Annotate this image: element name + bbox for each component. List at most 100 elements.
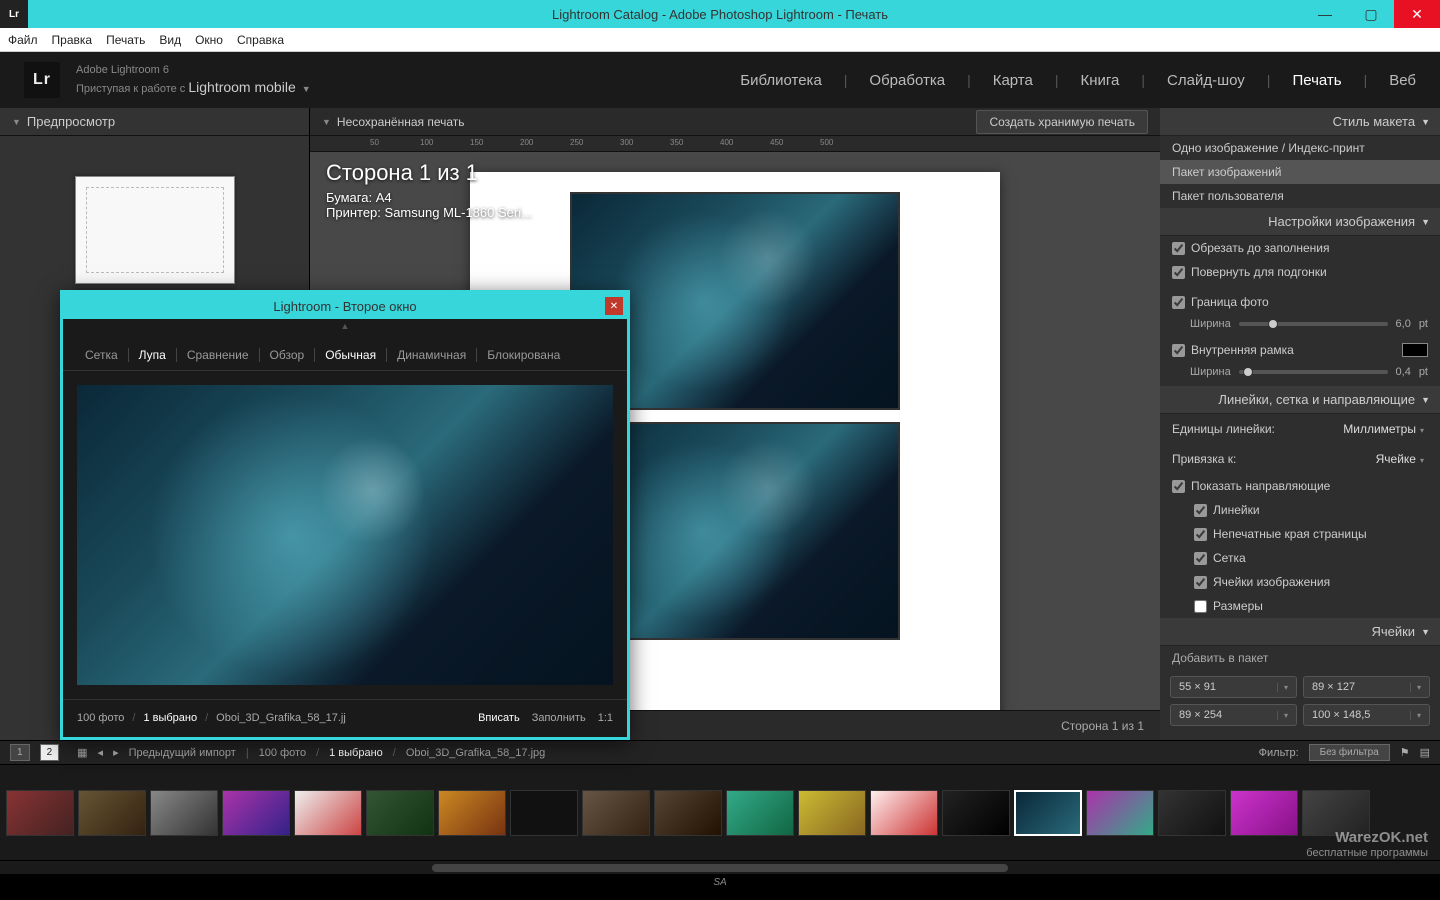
guide-grid-row[interactable]: Сетка xyxy=(1160,546,1440,570)
filmstrip-thumb[interactable] xyxy=(798,790,866,836)
close-button[interactable]: ✕ xyxy=(1394,0,1440,28)
tab-compare[interactable]: Сравнение xyxy=(177,348,260,362)
filmstrip-thumb[interactable] xyxy=(582,790,650,836)
module-web[interactable]: Веб xyxy=(1389,72,1416,89)
filter-label: Фильтр: xyxy=(1259,747,1299,759)
guides-header[interactable]: Линейки, сетка и направляющие▼ xyxy=(1160,386,1440,414)
tab-grid[interactable]: Сетка xyxy=(75,348,129,362)
tab-locked[interactable]: Блокирована xyxy=(477,348,570,362)
filter-dropdown[interactable]: Без фильтра xyxy=(1309,744,1390,761)
mobile-link[interactable]: Lightroom mobile xyxy=(188,79,295,95)
show-guides-row[interactable]: Показать направляющие xyxy=(1160,474,1440,498)
module-print[interactable]: Печать xyxy=(1292,72,1341,89)
filmstrip-thumb[interactable] xyxy=(870,790,938,836)
ruler-units-row[interactable]: Единицы линейки:Миллиметры▾ xyxy=(1160,414,1440,444)
layout-style-header[interactable]: Стиль макета▼ xyxy=(1160,108,1440,136)
chevron-down-icon[interactable]: ▼ xyxy=(302,84,311,94)
tab-loupe[interactable]: Лупа xyxy=(129,348,177,362)
zoom-fit[interactable]: Вписать xyxy=(478,712,520,724)
filmstrip-thumb[interactable] xyxy=(294,790,362,836)
cell-size-button[interactable]: 100 × 148,5▾ xyxy=(1303,704,1430,726)
tab-normal[interactable]: Обычная xyxy=(315,348,387,362)
rotate-checkbox[interactable] xyxy=(1172,266,1185,279)
filmstrip-thumb[interactable] xyxy=(6,790,74,836)
monitor-2-button[interactable]: 2 xyxy=(40,744,60,761)
create-saved-print-button[interactable]: Создать хранимую печать xyxy=(976,110,1148,134)
collection-label[interactable]: Предыдущий импорт xyxy=(129,747,236,759)
snap-dropdown[interactable]: Ячейке▾ xyxy=(1372,450,1428,468)
guide-bleed-row[interactable]: Непечатные края страницы xyxy=(1160,522,1440,546)
filmstrip-thumb[interactable] xyxy=(366,790,434,836)
guide-cells-row[interactable]: Ячейки изображения xyxy=(1160,570,1440,594)
crop-checkbox[interactable] xyxy=(1172,242,1185,255)
menu-print[interactable]: Печать xyxy=(106,33,145,47)
module-library[interactable]: Библиотека xyxy=(740,72,822,89)
guide-dimensions-row[interactable]: Размеры xyxy=(1160,594,1440,618)
preview-header[interactable]: ▼Предпросмотр xyxy=(0,108,309,136)
menu-view[interactable]: Вид xyxy=(159,33,181,47)
monitor-1-button[interactable]: 1 xyxy=(10,744,30,761)
tab-survey[interactable]: Обзор xyxy=(260,348,316,362)
filmstrip-thumb-selected[interactable] xyxy=(1014,790,1082,836)
menu-file[interactable]: Файл xyxy=(8,33,38,47)
filmstrip-thumb[interactable] xyxy=(726,790,794,836)
guide-rulers-row[interactable]: Линейки xyxy=(1160,498,1440,522)
cell-size-button[interactable]: 55 × 91▾ xyxy=(1170,676,1297,698)
minimize-button[interactable]: — xyxy=(1302,0,1348,28)
filter-lock-icon[interactable]: ▤ xyxy=(1420,746,1430,759)
nav-back-icon[interactable]: ◂ xyxy=(98,746,104,759)
nav-fwd-icon[interactable]: ▸ xyxy=(113,746,119,759)
filmstrip-thumb[interactable] xyxy=(150,790,218,836)
collapse-icon[interactable]: ▲ xyxy=(63,319,627,331)
tab-live[interactable]: Динамичная xyxy=(387,348,477,362)
filmstrip-thumb[interactable] xyxy=(222,790,290,836)
zoom-fill[interactable]: Заполнить xyxy=(532,712,586,724)
module-book[interactable]: Книга xyxy=(1081,72,1120,89)
filmstrip-thumb[interactable] xyxy=(438,790,506,836)
filmstrip-thumb[interactable] xyxy=(654,790,722,836)
border-checkbox[interactable] xyxy=(1172,296,1185,309)
module-slideshow[interactable]: Слайд-шоу xyxy=(1167,72,1245,89)
filmstrip[interactable] xyxy=(0,764,1440,860)
filmstrip-thumb[interactable] xyxy=(1086,790,1154,836)
cell-size-button[interactable]: 89 × 254▾ xyxy=(1170,704,1297,726)
filmstrip-thumb[interactable] xyxy=(1230,790,1298,836)
filmstrip-thumb[interactable] xyxy=(78,790,146,836)
menu-help[interactable]: Справка xyxy=(237,33,284,47)
flag-filter-icon[interactable]: ⚑ xyxy=(1400,746,1410,759)
units-dropdown[interactable]: Миллиметры▾ xyxy=(1339,420,1428,438)
show-guides-checkbox[interactable] xyxy=(1172,480,1185,493)
printer-label: Принтер: xyxy=(326,205,381,220)
crop-to-fill-row[interactable]: Обрезать до заполнения xyxy=(1160,236,1440,260)
zoom-1to1[interactable]: 1:1 xyxy=(598,712,613,724)
cells-header[interactable]: Ячейки▼ xyxy=(1160,618,1440,646)
filmstrip-thumb[interactable] xyxy=(1158,790,1226,836)
snap-row[interactable]: Привязка к:Ячейке▾ xyxy=(1160,444,1440,474)
inner-checkbox[interactable] xyxy=(1172,344,1185,357)
module-map[interactable]: Карта xyxy=(993,72,1033,89)
filmstrip-thumb[interactable] xyxy=(510,790,578,836)
stroke-color-swatch[interactable] xyxy=(1402,343,1428,357)
style-custom[interactable]: Пакет пользователя xyxy=(1160,184,1440,208)
win2-image[interactable] xyxy=(77,385,613,685)
style-single[interactable]: Одно изображение / Индекс-принт xyxy=(1160,136,1440,160)
filmstrip-scrollbar[interactable] xyxy=(0,860,1440,874)
menu-window[interactable]: Окно xyxy=(195,33,223,47)
image-settings-header[interactable]: Настройки изображения▼ xyxy=(1160,208,1440,236)
secondary-window[interactable]: Lightroom - Второе окно ✕ ▲ Сетка Лупа С… xyxy=(60,290,630,740)
inner-stroke-row[interactable]: Внутренняя рамка xyxy=(1160,338,1440,362)
win2-close-button[interactable]: ✕ xyxy=(605,297,623,315)
menu-edit[interactable]: Правка xyxy=(52,33,93,47)
printer-value: Samsung ML-1860 Seri... xyxy=(385,205,532,220)
rotate-to-fit-row[interactable]: Повернуть для подгонки xyxy=(1160,260,1440,284)
inner-width-slider[interactable]: Ширина0,4pt xyxy=(1160,362,1440,386)
module-develop[interactable]: Обработка xyxy=(869,72,945,89)
style-package[interactable]: Пакет изображений xyxy=(1160,160,1440,184)
cell-size-button[interactable]: 89 × 127▾ xyxy=(1303,676,1430,698)
photo-border-row[interactable]: Граница фото xyxy=(1160,290,1440,314)
preview-page-thumb[interactable] xyxy=(75,176,235,284)
border-width-slider[interactable]: Ширина6,0pt xyxy=(1160,314,1440,338)
filmstrip-thumb[interactable] xyxy=(942,790,1010,836)
grid-icon[interactable]: ▦ xyxy=(77,746,87,759)
maximize-button[interactable]: ▢ xyxy=(1348,0,1394,28)
